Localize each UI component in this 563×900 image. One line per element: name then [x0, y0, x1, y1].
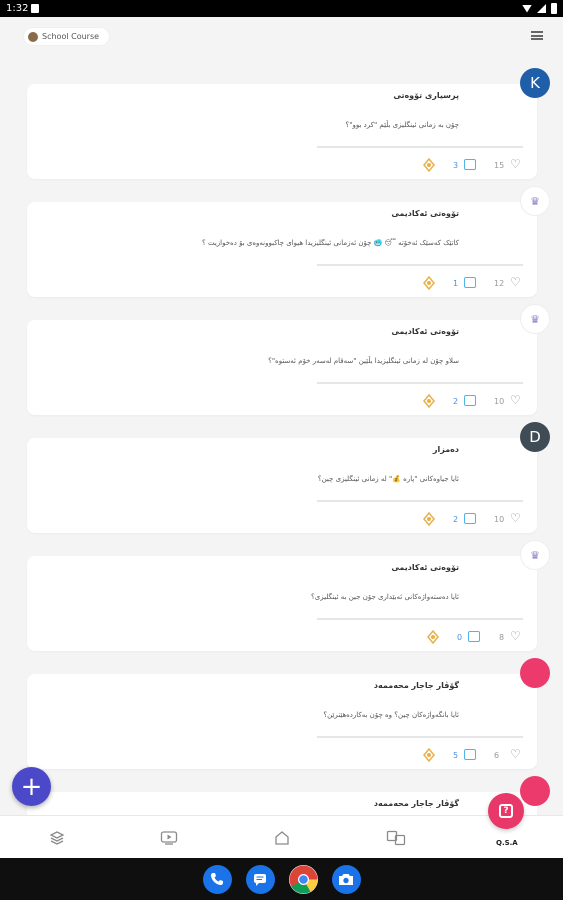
comment-icon[interactable]	[464, 749, 476, 760]
comment-count: 2	[453, 397, 459, 406]
nav-layers[interactable]	[27, 816, 87, 858]
battery-icon	[551, 3, 557, 14]
school-course-chip[interactable]: School Course	[24, 28, 110, 45]
status-bar: 1:32	[0, 0, 563, 17]
author-avatar[interactable]: D	[520, 422, 550, 452]
heart-icon[interactable]: ♡	[510, 276, 521, 288]
question-text[interactable]: ئایا جیاوەکانی "پارە 💰" لە زمانی ئینگلیز…	[318, 475, 459, 483]
comment-count: 5	[453, 751, 459, 760]
wifi-icon	[522, 4, 532, 13]
chrome-app-icon[interactable]	[288, 864, 318, 894]
comment-icon[interactable]	[464, 277, 476, 288]
comment-icon[interactable]	[468, 631, 480, 642]
comment-icon[interactable]	[464, 395, 476, 406]
academy-logo-icon[interactable]: ♛	[520, 186, 550, 216]
like-count: 15	[494, 161, 505, 170]
divider	[317, 618, 523, 620]
nav-home[interactable]	[252, 816, 312, 858]
divider	[317, 264, 523, 266]
author-name[interactable]: گۆڤار جاجار محەممەد	[374, 799, 459, 808]
signal-icon	[537, 4, 546, 13]
question-card[interactable]: ♛ تۆوەتی ئەکادیمی سلاو چۆن لە زمانی ئینگ…	[27, 304, 550, 415]
comment-icon[interactable]	[464, 513, 476, 524]
author-name[interactable]: پرسیاری تۆوەتی	[393, 91, 459, 100]
question-text[interactable]: ئایا دەستەواژەکانی ئەبێداری جۆن جین بە ئ…	[311, 593, 459, 601]
status-time: 1:32	[6, 3, 29, 14]
share-icon[interactable]	[422, 394, 436, 408]
author-avatar[interactable]	[520, 658, 550, 688]
question-text[interactable]: کاتێک کەسێک ئەخۆتە 😴 🥶 چۆن ئەزمانی ئینگل…	[202, 239, 459, 247]
share-icon[interactable]	[422, 276, 436, 290]
author-name[interactable]: تۆوەتی ئەکادیمی	[391, 327, 459, 336]
nav-videos[interactable]	[139, 816, 199, 858]
share-icon[interactable]	[422, 158, 436, 172]
divider	[317, 500, 523, 502]
question-card[interactable]: ♛ تۆوەتی ئەکادیمی ئایا دەستەواژەکانی ئەب…	[27, 540, 550, 651]
like-count: 10	[494, 515, 505, 524]
video-icon	[160, 830, 178, 845]
camera-app-icon[interactable]	[331, 864, 361, 894]
qa-tab-button[interactable]: ?	[488, 793, 524, 829]
question-mark-icon: ?	[499, 804, 513, 818]
messages-app-icon[interactable]	[245, 864, 275, 894]
bottom-navigation	[0, 815, 563, 858]
system-icons	[522, 3, 557, 14]
academy-logo-icon[interactable]: ♛	[520, 540, 550, 570]
like-count: 12	[494, 279, 505, 288]
app-screen: School Course K پرسیاری تۆوەتی چۆن بە زم…	[0, 17, 563, 858]
heart-icon[interactable]: ♡	[510, 630, 521, 642]
comment-count: 2	[453, 515, 459, 524]
author-avatar[interactable]: K	[520, 68, 550, 98]
question-card[interactable]: K پرسیاری تۆوەتی چۆن بە زمانی ئینگلیزی ب…	[27, 68, 550, 179]
nav-translate[interactable]	[366, 816, 426, 858]
add-question-button[interactable]: +	[12, 767, 51, 806]
qa-tab-label: Q.S.A	[496, 839, 518, 847]
question-text[interactable]: سلاو چۆن لە زمانی ئینگلیزیدا بڵێین "سەقا…	[268, 357, 459, 365]
share-icon[interactable]	[426, 630, 440, 644]
author-avatar[interactable]	[520, 776, 550, 806]
like-count: 6	[494, 751, 500, 760]
question-card[interactable]: ♛ تۆوەتی ئەکادیمی کاتێک کەسێک ئەخۆتە 😴 🥶…	[27, 186, 550, 297]
hamburger-menu-button[interactable]	[531, 31, 543, 40]
android-dock	[0, 858, 563, 900]
heart-icon[interactable]: ♡	[510, 512, 521, 524]
heart-icon[interactable]: ♡	[510, 394, 521, 406]
phone-app-icon[interactable]	[202, 864, 232, 894]
author-name[interactable]: دەمزار	[433, 445, 459, 454]
divider	[317, 146, 523, 148]
share-icon[interactable]	[422, 748, 436, 762]
divider	[317, 736, 523, 738]
question-card[interactable]: گۆڤار جاجار محەممەد ئایا بانگەواژەکان چی…	[27, 658, 550, 769]
comment-count: 1	[453, 279, 459, 288]
comment-icon[interactable]	[464, 159, 476, 170]
question-text[interactable]: چۆن بە زمانی ئینگلیزی بڵێم "کرد بوو"؟	[346, 121, 459, 129]
course-avatar	[28, 31, 38, 42]
heart-icon[interactable]: ♡	[510, 748, 521, 760]
translate-icon	[386, 830, 406, 845]
comment-count: 3	[453, 161, 459, 170]
share-icon[interactable]	[422, 512, 436, 526]
question-card[interactable]: D دەمزار ئایا جیاوەکانی "پارە 💰" لە زمان…	[27, 422, 550, 533]
comment-count: 0	[457, 633, 463, 642]
home-icon	[275, 830, 289, 845]
author-name[interactable]: گۆڤار جاجار محەممەد	[374, 681, 459, 690]
like-count: 10	[494, 397, 505, 406]
question-text[interactable]: ئایا بانگەواژەکان چین؟ وە چۆن بەکاردەهێن…	[323, 711, 459, 719]
author-name[interactable]: تۆوەتی ئەکادیمی	[391, 563, 459, 572]
like-count: 8	[499, 633, 505, 642]
heart-icon[interactable]: ♡	[510, 158, 521, 170]
sd-card-icon	[31, 4, 39, 13]
author-name[interactable]: تۆوەتی ئەکادیمی	[391, 209, 459, 218]
academy-logo-icon[interactable]: ♛	[520, 304, 550, 334]
layers-icon	[49, 830, 65, 845]
school-course-label: School Course	[42, 32, 100, 41]
divider	[317, 382, 523, 384]
